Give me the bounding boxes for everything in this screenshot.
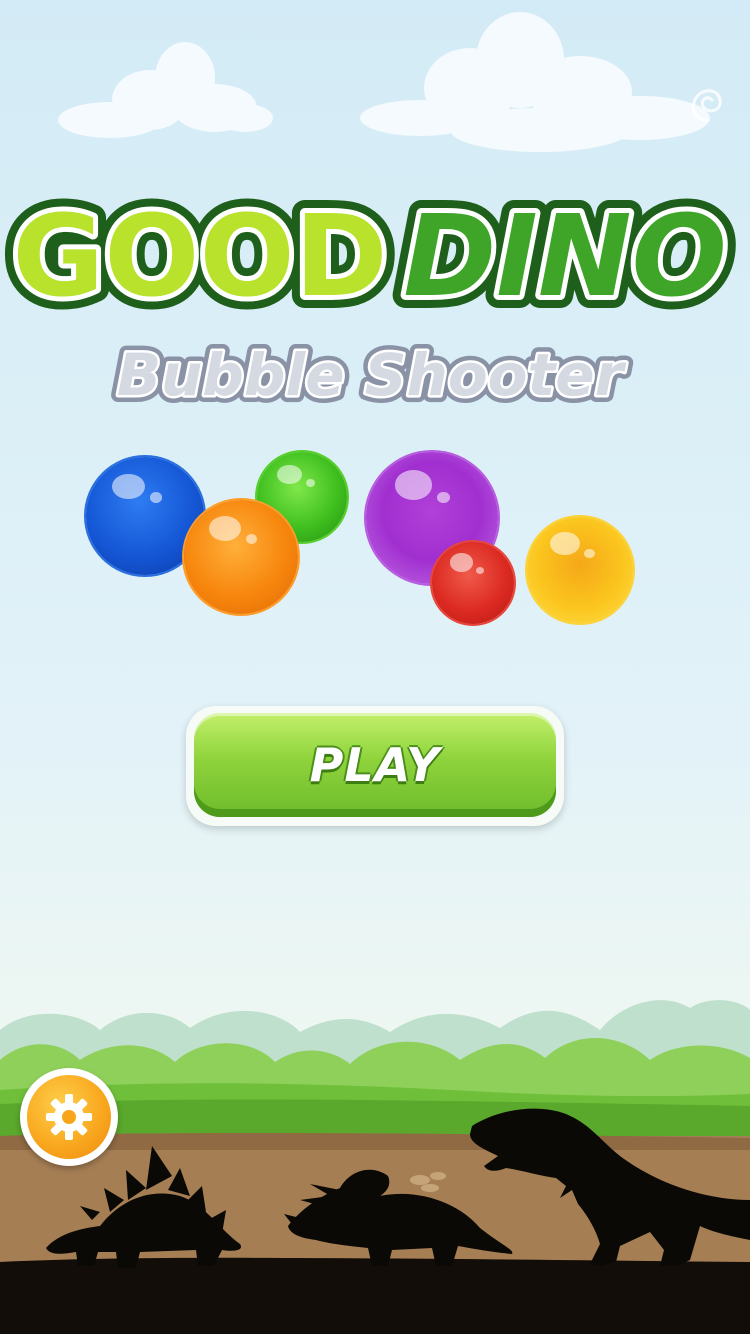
game-menu-screen: GOOD GOOD GOOD DINO DINO DINO Bubble Sho… <box>0 0 750 1334</box>
settings-button-face <box>27 1075 111 1159</box>
gear-icon <box>46 1094 92 1140</box>
settings-button[interactable] <box>20 1068 118 1166</box>
